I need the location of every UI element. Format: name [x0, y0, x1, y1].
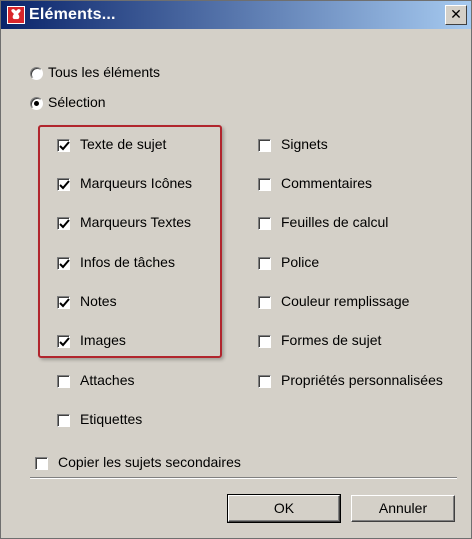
checkbox-spreadsheets[interactable]: [258, 217, 271, 230]
checkbox-custom-properties[interactable]: [258, 375, 271, 388]
checkbox-text-markers[interactable]: [57, 217, 70, 230]
checkbox-tags[interactable]: [57, 414, 70, 427]
radio-all-elements-label[interactable]: Tous les éléments: [48, 64, 160, 80]
checkbox-notes[interactable]: [57, 296, 70, 309]
dialog-title: Eléments...: [29, 6, 116, 23]
checkbox-bookmarks[interactable]: [258, 139, 271, 152]
checkbox-font[interactable]: [258, 257, 271, 270]
radio-all-elements[interactable]: [30, 67, 43, 80]
checkbox-notes-label[interactable]: Notes: [80, 293, 117, 309]
radio-selection[interactable]: [30, 97, 43, 110]
checkbox-subject-shapes-label[interactable]: Formes de sujet: [281, 332, 381, 348]
checkbox-icon-markers[interactable]: [57, 178, 70, 191]
check-icon: [59, 298, 70, 308]
checkbox-task-info-label[interactable]: Infos de tâches: [80, 254, 175, 270]
checkbox-comments-label[interactable]: Commentaires: [281, 175, 372, 191]
cancel-button[interactable]: Annuler: [351, 495, 455, 522]
checkbox-subject-text[interactable]: [57, 139, 70, 152]
radio-selection-label[interactable]: Sélection: [48, 94, 106, 110]
separator: [30, 477, 457, 479]
checkbox-subject-shapes[interactable]: [258, 335, 271, 348]
checkbox-custom-properties-label[interactable]: Propriétés personnalisées: [281, 372, 443, 388]
close-button[interactable]: ✕: [445, 5, 467, 25]
close-icon: ✕: [450, 7, 462, 23]
title-bar[interactable]: Eléments... ✕: [1, 1, 471, 29]
app-icon: [7, 6, 25, 24]
checkbox-images-label[interactable]: Images: [80, 332, 126, 348]
checkbox-copy-subtopics-label[interactable]: Copier les sujets secondaires: [58, 454, 241, 470]
checkbox-fill-color-label[interactable]: Couleur remplissage: [281, 293, 409, 309]
checkbox-font-label[interactable]: Police: [281, 254, 319, 270]
checkbox-subject-text-label[interactable]: Texte de sujet: [80, 136, 166, 152]
check-icon: [59, 337, 70, 347]
checkbox-icon-markers-label[interactable]: Marqueurs Icônes: [80, 175, 192, 191]
checked-items-highlight: [38, 125, 222, 358]
check-icon: [59, 259, 70, 269]
checkbox-bookmarks-label[interactable]: Signets: [281, 136, 328, 152]
check-icon: [59, 180, 70, 190]
checkbox-task-info[interactable]: [57, 257, 70, 270]
check-icon: [59, 141, 70, 151]
checkbox-copy-subtopics[interactable]: [35, 457, 48, 470]
checkbox-text-markers-label[interactable]: Marqueurs Textes: [80, 214, 191, 230]
check-icon: [59, 219, 70, 229]
elements-dialog: Eléments... ✕ Tous les éléments Sélectio…: [0, 0, 472, 539]
checkbox-images[interactable]: [57, 335, 70, 348]
ok-button[interactable]: OK: [227, 494, 341, 523]
checkbox-attachments-label[interactable]: Attaches: [80, 372, 134, 388]
checkbox-comments[interactable]: [258, 178, 271, 191]
checkbox-spreadsheets-label[interactable]: Feuilles de calcul: [281, 214, 388, 230]
checkbox-attachments[interactable]: [57, 375, 70, 388]
radio-selected-dot: [34, 101, 39, 106]
checkbox-fill-color[interactable]: [258, 296, 271, 309]
checkbox-tags-label[interactable]: Etiquettes: [80, 411, 142, 427]
